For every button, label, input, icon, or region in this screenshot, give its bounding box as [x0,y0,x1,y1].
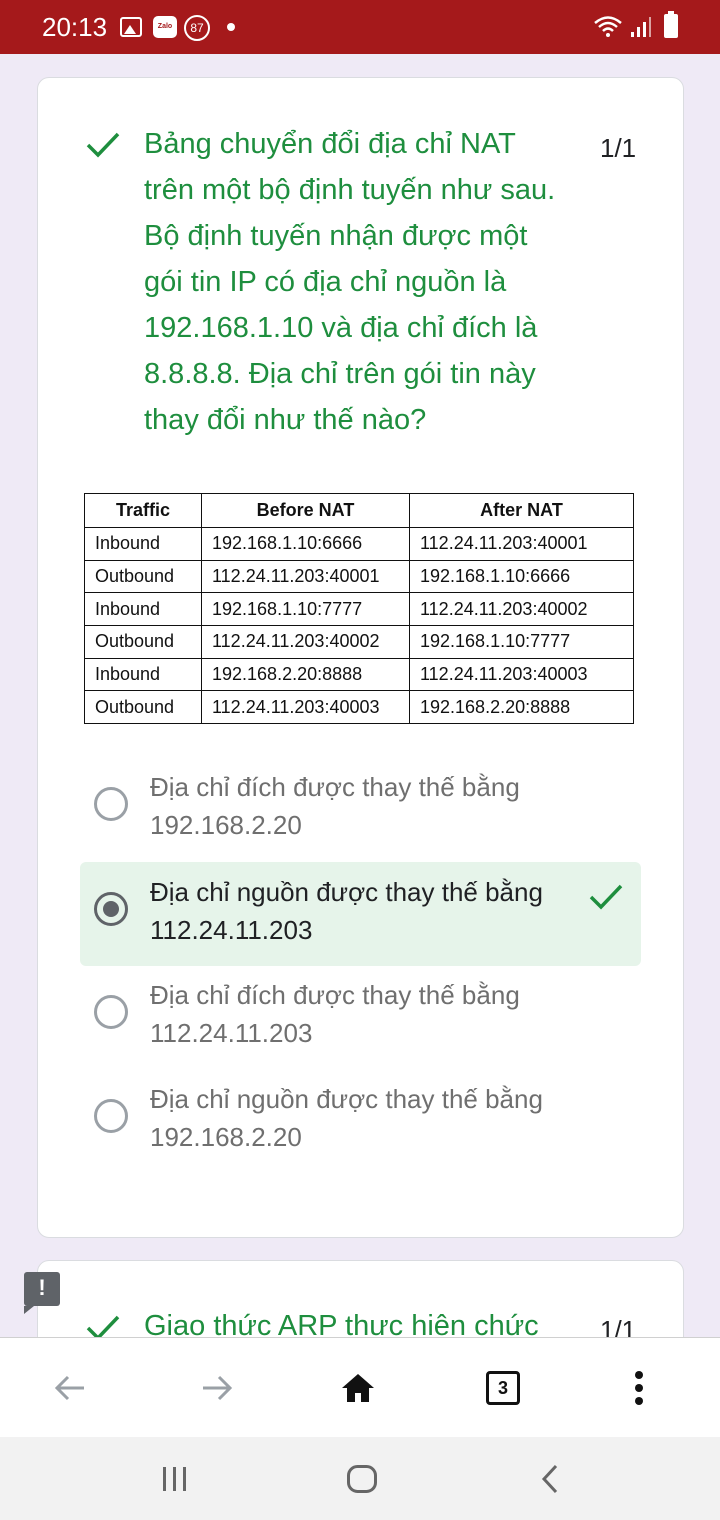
table-cell: 192.168.2.20:8888 [201,657,410,692]
table-cell: Inbound [84,527,202,561]
table-cell: 112.24.11.203:40001 [201,559,410,594]
signal-strength-icon [631,17,651,37]
system-home-button[interactable] [332,1437,392,1520]
table-cell: 112.24.11.203:40001 [409,527,634,561]
table-cell: Inbound [84,657,202,692]
status-bar: 20:13 Zalo 87 [0,0,720,54]
table-cell: Outbound [84,559,202,594]
zalo-notification-icon: Zalo [153,16,177,38]
table-cell: 192.168.1.10:7777 [409,625,634,659]
question-score: 1/1 [600,133,637,163]
answer-option[interactable]: Địa chỉ nguồn được thay thế bằng 192.168… [80,1069,641,1173]
table-cell: 192.168.2.20:8888 [409,690,634,725]
wifi-icon [594,16,622,37]
status-time: 20:13 [42,12,108,42]
table-header-cell: Before NAT [201,493,410,528]
table-cell: Inbound [84,592,202,627]
chevron-left-icon [541,1464,558,1493]
recent-apps-button[interactable] [145,1437,205,1520]
back-button[interactable] [40,1338,100,1438]
forward-button[interactable] [187,1338,247,1438]
radio-button[interactable] [94,787,128,821]
answer-option-selected-correct[interactable]: Địa chỉ nguồn được thay thế bằng 112.24.… [80,862,641,966]
more-notifications-dot-icon [227,23,235,31]
browser-toolbar: 3 [0,1337,720,1437]
radio-button[interactable] [94,995,128,1029]
report-feedback-icon[interactable]: ! [24,1272,60,1314]
table-header-cell: Traffic [84,493,202,528]
question-text: Bảng chuyển đổi địa chỉ NAT trên một bộ … [144,128,556,436]
system-back-button[interactable] [520,1437,580,1520]
table-cell: Outbound [84,690,202,725]
tab-switcher-button[interactable]: 3 [473,1338,533,1438]
radio-button[interactable] [94,1099,128,1133]
home-circle-icon [347,1464,377,1493]
table-cell: 112.24.11.203:40002 [201,625,410,659]
table-row: Outbound 112.24.11.203:40003 192.168.2.2… [84,690,634,725]
table-row: Inbound 192.168.2.20:8888 112.24.11.203:… [84,657,634,692]
option-label: Địa chỉ nguồn được thay thế bằng 112.24.… [150,877,543,945]
answer-option[interactable]: Địa chỉ đích được thay thế bằng 112.24.1… [80,965,641,1069]
option-label: Địa chỉ nguồn được thay thế bằng 192.168… [150,1084,543,1152]
table-header-cell: After NAT [409,493,634,528]
table-header-row: Traffic Before NAT After NAT [84,493,634,528]
table-cell: 192.168.1.10:6666 [201,527,410,561]
recent-apps-icon [163,1466,186,1491]
arrow-right-icon [203,1375,233,1401]
menu-button[interactable] [609,1338,669,1438]
option-label: Địa chỉ đích được thay thế bằng 112.24.1… [150,980,520,1048]
home-icon [342,1374,374,1402]
table-cell: 112.24.11.203:40003 [409,657,634,692]
table-cell: 112.24.11.203:40003 [201,690,410,725]
answer-option[interactable]: Địa chỉ đích được thay thế bằng 192.168.… [80,757,641,861]
correct-check-icon [86,132,120,158]
battery-icon [664,11,678,38]
table-row: Inbound 192.168.1.10:7777 112.24.11.203:… [84,592,634,627]
option-label: Địa chỉ đích được thay thế bằng 192.168.… [150,772,520,840]
arrow-left-icon [54,1375,84,1401]
table-row: Outbound 112.24.11.203:40001 192.168.1.1… [84,559,634,594]
table-row: Inbound 192.168.1.10:6666 112.24.11.203:… [84,527,634,561]
home-button[interactable] [328,1338,388,1438]
correct-answer-check-icon [589,884,623,910]
table-cell: 192.168.1.10:7777 [201,592,410,627]
notification-count-badge: 87 [184,15,210,41]
nat-translation-table: Traffic Before NAT After NAT Inbound 192… [84,493,634,725]
table-cell: 112.24.11.203:40002 [409,592,634,627]
table-row: Outbound 112.24.11.203:40002 192.168.1.1… [84,625,634,659]
system-nav-bar [0,1437,720,1520]
tab-count: 3 [486,1371,520,1405]
gallery-notification-icon [120,17,142,37]
radio-button-checked[interactable] [94,892,128,926]
more-vert-icon [635,1371,643,1405]
table-cell: 192.168.1.10:6666 [409,559,634,594]
table-cell: Outbound [84,625,202,659]
